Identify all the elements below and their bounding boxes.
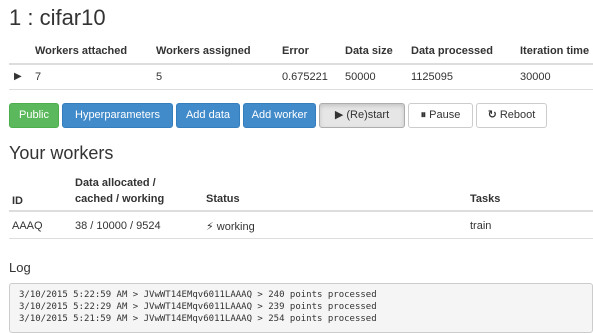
project-table: Workers attached Workers assigned Error … <box>9 41 593 90</box>
log-line: 3/10/2015 5:22:29 AM > JVwWT14EMqv6011LA… <box>19 302 377 312</box>
project-table-header: Workers attached Workers assigned Error … <box>9 41 593 65</box>
worker-id: AAAQ <box>12 220 43 232</box>
pause-icon: ⏸ <box>420 109 427 121</box>
log-heading: Log <box>9 260 31 275</box>
worker-tasks: train <box>470 220 492 232</box>
col-workers-assigned: Workers assigned <box>156 45 251 57</box>
iteration-time-value: 30000 <box>520 71 551 83</box>
workers-assigned-value: 5 <box>156 71 163 83</box>
add-worker-button[interactable]: Add worker <box>243 103 316 128</box>
pause-button[interactable]: ⏸ Pause <box>408 103 473 128</box>
col-error: Error <box>282 45 309 57</box>
worker-row[interactable]: AAAQ 38 / 10000 / 9524 ⚡ working train <box>9 212 593 239</box>
log-box[interactable]: 3/10/2015 5:22:59 AM > JVwWT14EMqv6011LA… <box>9 283 593 333</box>
page-title: 1 : cifar10 <box>9 5 106 30</box>
workers-table: ID Data allocated / cached / working Sta… <box>9 172 593 239</box>
col-data-line2: cached / working <box>75 193 165 205</box>
action-toolbar: Public Hyperparameters Add data Add work… <box>9 103 593 128</box>
log-line: 3/10/2015 5:21:59 AM > JVwWT14EMqv6011LA… <box>19 314 377 324</box>
error-value: 0.675221 <box>282 71 328 83</box>
data-size-value: 50000 <box>345 71 376 83</box>
col-tasks: Tasks <box>470 193 501 205</box>
workers-heading: Your workers <box>9 143 114 163</box>
col-workers-attached: Workers attached <box>35 45 128 57</box>
project-row[interactable]: ▶ 7 5 0.675221 50000 1125095 30000 <box>9 65 593 90</box>
col-id: ID <box>12 195 23 207</box>
data-processed-value: 1125095 <box>411 71 454 83</box>
col-data-processed: Data processed <box>411 45 493 57</box>
worker-status: ⚡ working <box>206 220 255 233</box>
reboot-label: Reboot <box>499 109 536 121</box>
add-data-button[interactable]: Add data <box>176 103 240 128</box>
workers-attached-value: 7 <box>35 71 42 83</box>
col-status: Status <box>206 193 240 205</box>
restart-label: (Re)start <box>346 109 390 121</box>
expand-arrow-icon[interactable]: ▶ <box>14 71 22 82</box>
refresh-icon: ↻ <box>487 109 497 121</box>
worker-data: 38 / 10000 / 9524 <box>75 220 161 232</box>
reboot-button[interactable]: ↻ Reboot <box>476 103 547 128</box>
public-button[interactable]: Public <box>9 103 59 128</box>
worker-status-label: working <box>216 221 255 233</box>
lightning-icon: ⚡ <box>206 221 214 233</box>
restart-button[interactable]: ▶ (Re)start <box>319 103 405 128</box>
log-line: 3/10/2015 5:22:59 AM > JVwWT14EMqv6011LA… <box>19 290 377 300</box>
col-data-line1: Data allocated / <box>75 177 156 189</box>
col-iteration-time: Iteration time <box>520 45 590 57</box>
play-icon: ▶ <box>334 109 344 121</box>
pause-label: Pause <box>429 109 461 121</box>
hyperparameters-button[interactable]: Hyperparameters <box>62 103 173 128</box>
workers-table-header: ID Data allocated / cached / working Sta… <box>9 172 593 212</box>
col-data-size: Data size <box>345 45 393 57</box>
